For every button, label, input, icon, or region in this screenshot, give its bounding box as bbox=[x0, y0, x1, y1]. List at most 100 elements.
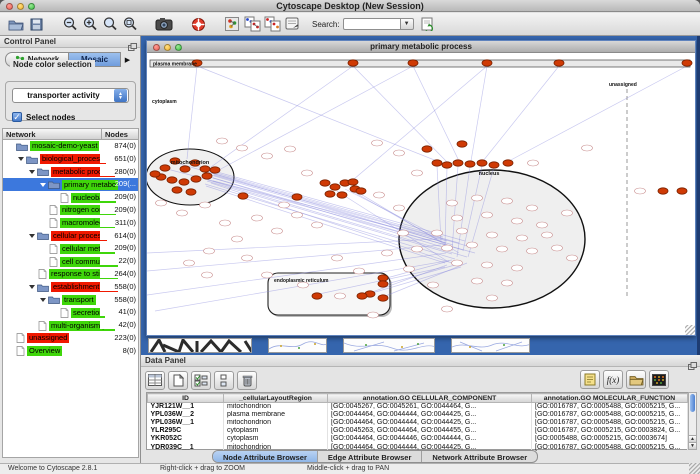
network-node[interactable] bbox=[677, 188, 687, 194]
attribute-table-icon[interactable] bbox=[145, 371, 165, 390]
network-node-unmapped[interactable] bbox=[292, 212, 303, 218]
new-attribute-icon[interactable] bbox=[168, 371, 188, 390]
network-node-unmapped[interactable] bbox=[487, 295, 498, 301]
tree-row[interactable]: nitrogen compo209(0) bbox=[3, 204, 138, 217]
network-node-unmapped[interactable] bbox=[482, 212, 493, 218]
network-node-unmapped[interactable] bbox=[527, 205, 538, 211]
network-node[interactable] bbox=[186, 189, 196, 195]
tree-row[interactable]: mosaic-demo-yeast874(0) bbox=[3, 140, 138, 153]
network-node-unmapped[interactable] bbox=[527, 248, 538, 254]
network-node[interactable] bbox=[160, 165, 170, 171]
network-node-unmapped[interactable] bbox=[428, 282, 439, 288]
table-column-header[interactable]: annotation.GO MOLECULAR_FUNCTION bbox=[532, 394, 688, 403]
network-node-unmapped[interactable] bbox=[184, 260, 195, 266]
network-node[interactable] bbox=[432, 160, 442, 166]
network-node-unmapped[interactable] bbox=[285, 146, 296, 152]
network-node[interactable] bbox=[682, 60, 692, 66]
save-icon[interactable] bbox=[26, 15, 46, 33]
network-node-unmapped[interactable] bbox=[200, 202, 211, 208]
network-node-unmapped[interactable] bbox=[332, 255, 343, 261]
network-node-unmapped[interactable] bbox=[635, 188, 646, 194]
network-window-titlebar[interactable]: primary metabolic process bbox=[147, 41, 695, 53]
network-node[interactable] bbox=[465, 161, 475, 167]
table-row[interactable]: YJR121W__1mitochondrion[GO:0045267, GO:0… bbox=[148, 403, 688, 411]
network-node-unmapped[interactable] bbox=[262, 272, 273, 278]
scrollbar-thumb[interactable] bbox=[690, 394, 695, 412]
table-row[interactable]: YLR295Ccytoplasm[GO:0045263, GO:0044464,… bbox=[148, 427, 688, 435]
network-node-unmapped[interactable] bbox=[412, 246, 423, 252]
network-node[interactable] bbox=[292, 194, 302, 200]
network-node-unmapped[interactable] bbox=[354, 268, 365, 274]
network-node[interactable] bbox=[150, 171, 160, 177]
network-edge[interactable] bbox=[197, 66, 437, 161]
function-builder-icon[interactable]: f(x) bbox=[603, 370, 623, 389]
network-node-unmapped[interactable] bbox=[442, 306, 453, 312]
network-node[interactable] bbox=[200, 166, 210, 172]
network-resize-grip[interactable] bbox=[685, 325, 695, 335]
network-edge[interactable] bbox=[347, 66, 487, 185]
table-scrollbar[interactable]: ▲ ▼ bbox=[688, 392, 697, 450]
tree-column-nodes[interactable]: Nodes bbox=[101, 128, 139, 140]
network-node[interactable] bbox=[378, 275, 388, 281]
tree-row[interactable]: metabolic process280(0) bbox=[3, 166, 138, 179]
tree-row[interactable]: biological_process651(0) bbox=[3, 153, 138, 166]
network-node[interactable] bbox=[489, 162, 499, 168]
network-edge[interactable] bbox=[353, 66, 447, 162]
notes-icon[interactable] bbox=[580, 370, 600, 389]
tab-edge-attribute-browser[interactable]: Edge Attribute Browser bbox=[318, 451, 422, 462]
network-node-unmapped[interactable] bbox=[542, 232, 553, 238]
network-node-unmapped[interactable] bbox=[335, 293, 346, 299]
tree-row[interactable]: multi-organism pro42(0) bbox=[3, 319, 138, 332]
node-color-dropdown[interactable]: transporter activity ▲▼ bbox=[12, 88, 129, 103]
network-node-unmapped[interactable] bbox=[262, 153, 273, 159]
tree-row[interactable]: unassigned223(0) bbox=[3, 332, 138, 345]
tab-network-attribute-browser[interactable]: Network Attribute Browser bbox=[422, 451, 537, 462]
tree-row[interactable]: establishment of lo558(0) bbox=[3, 281, 138, 294]
network-edge[interactable] bbox=[413, 66, 459, 161]
network-node-unmapped[interactable] bbox=[156, 200, 167, 206]
select-attributes-icon[interactable] bbox=[191, 371, 211, 390]
tree-row[interactable]: transport558(0) bbox=[3, 294, 138, 307]
network-node-unmapped[interactable] bbox=[404, 266, 415, 272]
network-node-unmapped[interactable] bbox=[272, 228, 283, 234]
search-dropdown-arrow[interactable]: ▼ bbox=[401, 18, 414, 30]
network-node-unmapped[interactable] bbox=[177, 210, 188, 216]
network-node-unmapped[interactable] bbox=[452, 215, 463, 221]
network-node-unmapped[interactable] bbox=[502, 198, 513, 204]
network-node-unmapped[interactable] bbox=[204, 248, 215, 254]
network-node[interactable] bbox=[453, 160, 463, 166]
merge-networks-b-icon[interactable] bbox=[262, 15, 282, 33]
network-node-unmapped[interactable] bbox=[482, 262, 493, 268]
network-edge[interactable] bbox=[483, 66, 559, 161]
snapshot-camera-icon[interactable] bbox=[154, 15, 174, 33]
network-node[interactable] bbox=[325, 191, 335, 197]
network-node-unmapped[interactable] bbox=[312, 222, 323, 228]
network-node-unmapped[interactable] bbox=[502, 280, 513, 286]
annotation-icon[interactable] bbox=[282, 15, 302, 33]
network-node-unmapped[interactable] bbox=[242, 255, 253, 261]
network-node-unmapped[interactable] bbox=[279, 202, 290, 208]
network-edge[interactable] bbox=[217, 66, 413, 171]
network-node-unmapped[interactable] bbox=[372, 140, 383, 146]
network-node[interactable] bbox=[356, 188, 366, 194]
network-node[interactable] bbox=[210, 167, 220, 173]
network-node-unmapped[interactable] bbox=[202, 272, 213, 278]
network-node-unmapped[interactable] bbox=[452, 260, 463, 266]
network-view-window[interactable]: primary metabolic process plasma membran… bbox=[146, 40, 696, 336]
network-node-unmapped[interactable] bbox=[217, 138, 228, 144]
search-options-icon[interactable] bbox=[418, 15, 438, 33]
tab-overflow-arrow[interactable]: ▶ bbox=[121, 52, 134, 67]
network-node-unmapped[interactable] bbox=[512, 218, 523, 224]
network-node[interactable] bbox=[191, 176, 201, 182]
network-edge[interactable] bbox=[147, 245, 441, 271]
network-node-unmapped[interactable] bbox=[467, 242, 478, 248]
network-node-unmapped[interactable] bbox=[562, 210, 573, 216]
search-input[interactable] bbox=[343, 18, 401, 30]
select-nodes-checkbox[interactable]: ✓ bbox=[12, 112, 22, 122]
tree-row[interactable]: cell communicat22(0) bbox=[3, 255, 138, 268]
network-node-unmapped[interactable] bbox=[432, 230, 443, 236]
network-node[interactable] bbox=[330, 184, 340, 190]
table-row[interactable]: YPL036W__2plasma membrane[GO:0044464, GO… bbox=[148, 411, 688, 419]
network-node[interactable] bbox=[554, 60, 564, 66]
network-node[interactable] bbox=[442, 162, 452, 168]
